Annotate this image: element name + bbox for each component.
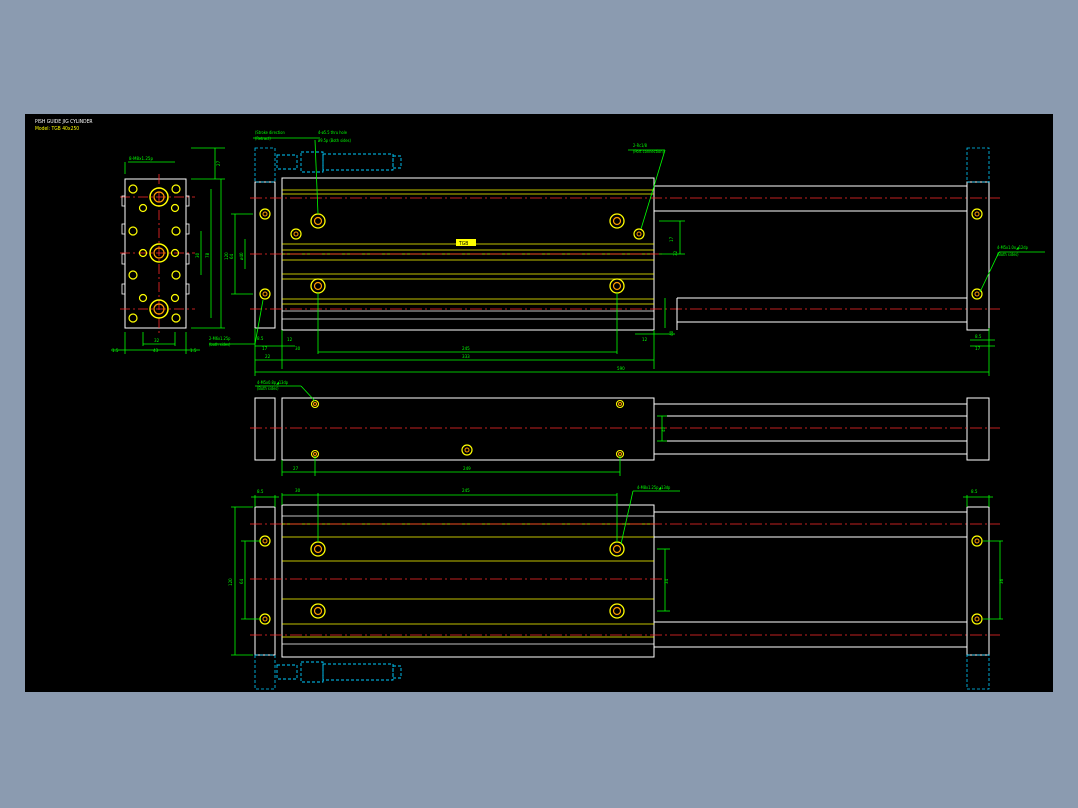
bottom-view: 8.5 30 245 4-M8x1.25p◢13dp 8.5 120 64 34…: [228, 485, 1005, 690]
note-bottom-tap-sub: (both sides): [209, 342, 231, 347]
note-retract-sub: (Retract): [255, 136, 271, 141]
dim-8-5-bl: 8.5: [257, 489, 264, 495]
note-through-hole-sub: ø9.5p (Both sides): [318, 138, 352, 143]
dim-27: 27: [216, 160, 222, 166]
dim-120-bottom: 120: [228, 578, 234, 586]
note-bottom-tap: 2-M6x1.25p: [209, 336, 231, 341]
dim-8-5-right: 8.5: [975, 334, 982, 340]
dim-phi40: ø40: [239, 252, 245, 260]
dim-64-bottom: 64: [239, 578, 245, 584]
dim-34: 34: [664, 578, 670, 584]
dim-32: 32: [154, 338, 160, 344]
dim-590: 590: [617, 366, 625, 372]
note-plate-tap: 4-M5x1.0x◢12dp: [997, 245, 1029, 250]
dim-1-5-right: 1.5: [190, 348, 197, 354]
nameplate-text: TGB: [458, 241, 468, 247]
top-right-plate: [966, 181, 990, 331]
dim-30-bottom: 30: [295, 488, 301, 494]
title-line-1: PISH GUIDE JIG CYLINDER: [35, 119, 93, 125]
cad-drawing: PISH GUIDE JIG CYLINDER Model: TGB 40x25…: [35, 119, 1045, 690]
dim-32-right: 32: [673, 250, 679, 256]
bot-right-plate: [966, 506, 990, 656]
dim-8-5-br: 8.5: [971, 489, 978, 495]
dim-8-5-left: 8.5: [257, 336, 264, 342]
dim-64: 64: [229, 253, 235, 259]
title-block: PISH GUIDE JIG CYLINDER Model: TGB 40x25…: [35, 119, 93, 132]
dim-12-right: 12: [642, 337, 648, 343]
dim-245-bottom: 245: [462, 488, 470, 494]
note-rc-port: 2-Rc1/8: [633, 143, 648, 148]
top-left-cap: [254, 181, 276, 329]
dim-17-right: 17: [669, 236, 675, 242]
dim-17-left: 17: [262, 346, 268, 352]
dim-12-left: 12: [287, 337, 293, 343]
note-mid-tap-sub: (Both sides): [257, 386, 279, 391]
note-rc-port-sub: (Port connection): [633, 149, 664, 154]
top-view: TGB (Stroke direction (Retract) 4-ø5.5 t…: [209, 130, 1045, 376]
middle-view: 4-M5x0.8p◢13dp (Both sides) 27 249 40: [250, 380, 1000, 476]
dim-245: 245: [462, 346, 470, 352]
note-end-thread: 8-M8x1.25p: [129, 156, 154, 162]
dim-22: 22: [265, 354, 271, 360]
dim-30: 30: [195, 252, 201, 258]
dim-d40b: 40: [669, 330, 675, 336]
dim-36: 36: [999, 578, 1005, 584]
mid-left-cap: [254, 397, 276, 461]
cad-viewport[interactable]: PISH GUIDE JIG CYLINDER Model: TGB 40x25…: [25, 114, 1053, 692]
dim-1-5-left: 1.5: [112, 348, 119, 354]
dim-333: 333: [462, 354, 470, 360]
dim-249: 249: [463, 466, 471, 472]
dim-78: 78: [205, 252, 211, 258]
note-top-tap: 4-M8x1.25p◢13dp: [637, 485, 671, 490]
end-view: 8-M8x1.25p 27 120 78 30 32 43 1.5 1.5: [111, 147, 230, 354]
mid-right-plate: [966, 397, 990, 461]
dim-40-mid: 40: [661, 426, 667, 432]
note-retract: (Stroke direction: [255, 130, 285, 135]
dim-30-left: 30: [295, 346, 301, 352]
bot-left-cap: [254, 506, 276, 656]
dim-27-mid: 27: [293, 466, 299, 472]
title-line-2: Model: TGB 40x250: [35, 126, 79, 132]
bot-body: [281, 504, 655, 658]
dim-17-far-right: 17: [975, 346, 981, 352]
mid-body: [281, 397, 655, 461]
dim-43: 43: [153, 348, 159, 354]
note-mid-tap: 4-M5x0.8p◢13dp: [257, 380, 289, 385]
note-plate-tap-sub: (Both sides): [997, 252, 1019, 257]
note-through-hole: 4-ø5.5 thru hole: [318, 130, 348, 135]
